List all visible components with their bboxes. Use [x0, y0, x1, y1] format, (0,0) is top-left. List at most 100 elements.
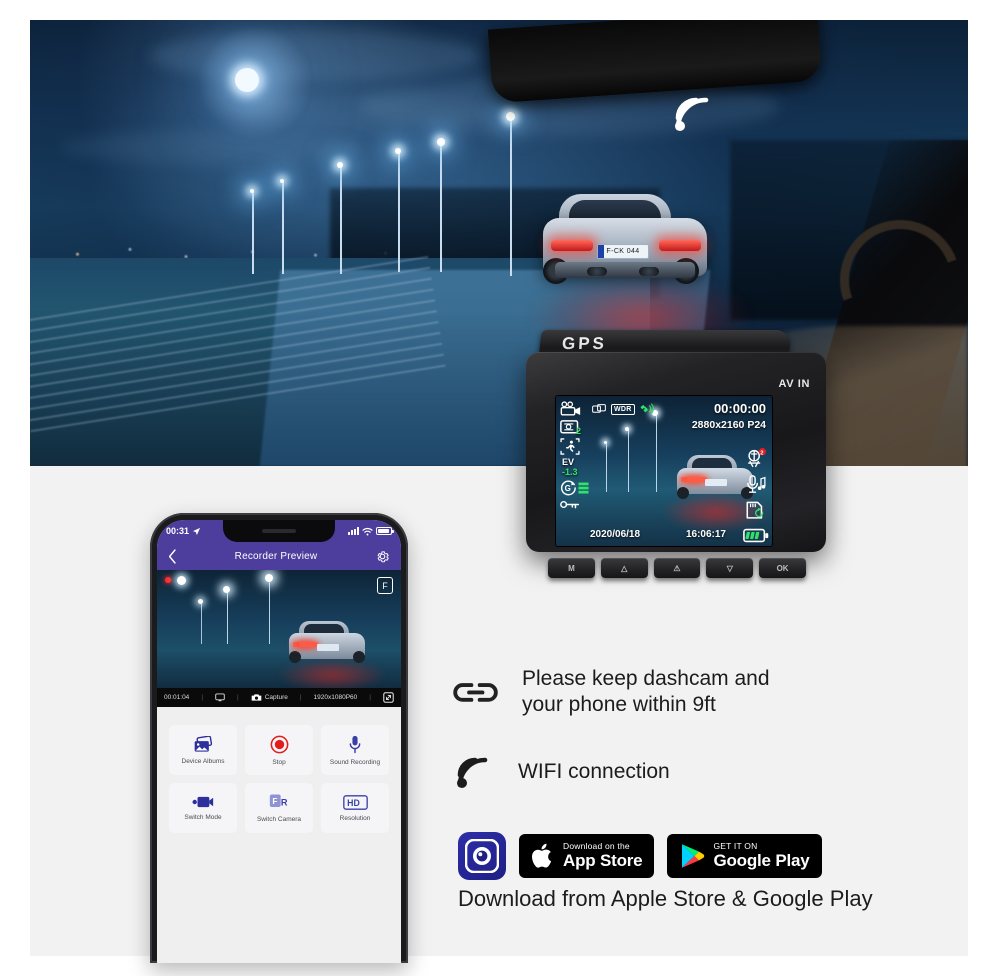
video-resolution: 1920x1080P60 [313, 694, 358, 701]
chevron-left-icon[interactable] [168, 548, 177, 564]
phone-screen: 00:31 Recorder Preview F 00:01:04 | | Ca… [157, 520, 401, 963]
screen-timer: 00:00:00 [713, 401, 766, 416]
function-tiles-grid: Device Albums Stop Sound Recording Switc… [157, 707, 401, 833]
plate-text: F-CK 044 [606, 248, 640, 255]
app-header-bar: Recorder Preview [157, 542, 401, 570]
app-store-badge[interactable]: Download on the App Store [519, 834, 655, 878]
recording-dot [165, 577, 171, 583]
page-root: F-CK 044 00:31 Recorder Preview F 00:01:… [0, 0, 1000, 976]
dashcam-device: GPS AV IN WDR 2 EV -1.3 G 2 00:00:00 288… [518, 330, 848, 622]
emergency-button[interactable]: ⚠ [653, 558, 701, 578]
capture-button[interactable]: Capture [251, 693, 288, 702]
wifi-signal-icon [457, 757, 488, 788]
tile-switch-camera[interactable]: F R Switch Camera [245, 783, 313, 833]
screen-mirror-icon [592, 403, 606, 413]
menu-button[interactable]: M [548, 558, 595, 578]
loop-value: 2 [576, 426, 582, 436]
screen-lamp [656, 414, 657, 492]
feature-line-1: Please keep dashcam and [522, 667, 770, 690]
download-badges: Download on the App Store GET IT ON Goog… [458, 832, 822, 880]
apple-logo-icon [532, 843, 552, 868]
loop-recording-icon: 2 [560, 419, 589, 436]
tile-label: Stop [272, 758, 286, 766]
preview-lamp [201, 602, 202, 644]
wdr-icon: WDR [611, 403, 635, 415]
car-exhaust [587, 267, 607, 276]
app-title: Recorder Preview [234, 550, 318, 562]
fullscreen-icon[interactable] [383, 692, 394, 703]
tile-resolution[interactable]: HD Resolution [321, 783, 389, 833]
cloud [150, 30, 480, 82]
car-wheel [289, 651, 301, 663]
tile-device-albums[interactable]: Device Albums [169, 725, 237, 775]
svg-text:HD: HD [347, 798, 360, 808]
cloud [60, 130, 360, 164]
street-lamp [440, 142, 442, 272]
tile-label: Device Albums [181, 757, 225, 765]
av-in-label: AV IN [778, 378, 810, 390]
car-taillight [299, 642, 318, 647]
live-preview[interactable]: F [157, 570, 401, 688]
svg-text:2: 2 [760, 450, 763, 456]
feature-text-distance: Please keep dashcam and your phone withi… [522, 666, 770, 717]
preview-lamp [227, 590, 228, 644]
front-camera-badge[interactable]: F [377, 577, 393, 594]
car-taillight [551, 240, 593, 251]
car-plate [705, 479, 727, 486]
osd-top-icons: WDR [592, 402, 655, 416]
toolbar-separator: | [201, 694, 204, 701]
camera-icon [251, 694, 262, 701]
video-toolbar: 00:01:04 | | Capture | 1920x1080P60 | [157, 688, 401, 707]
tile-label: Resolution [339, 814, 371, 822]
street-lamp [282, 182, 284, 274]
ok-button[interactable]: OK [759, 558, 806, 578]
tile-sound-recording[interactable]: Sound Recording [321, 725, 389, 775]
screen-icon[interactable] [215, 693, 225, 702]
google-play-badge[interactable]: GET IT ON Google Play [667, 834, 822, 878]
google-badge-large: Google Play [713, 850, 810, 870]
screen-lamp-glow [625, 427, 629, 431]
ev-label: EV [562, 457, 575, 467]
record-stop-icon [270, 735, 288, 753]
toolbar-separator: | [237, 694, 239, 701]
street-lamp [398, 152, 400, 272]
cellular-bars-icon [348, 527, 359, 535]
preview-lamp-glow [198, 599, 203, 604]
gear-icon[interactable] [375, 549, 390, 564]
svg-text:F: F [272, 796, 277, 806]
svg-text:G: G [565, 484, 571, 493]
up-button[interactable]: △ [600, 558, 648, 578]
front-rear-icon: F R [269, 794, 288, 808]
microphone-icon [349, 735, 361, 753]
screen-lamp [628, 430, 629, 492]
osd-right-icons: 2 [743, 448, 769, 543]
capture-label: Capture [264, 694, 288, 701]
down-button[interactable]: ▽ [706, 558, 754, 578]
preview-moon [177, 576, 186, 585]
g-sensor-icon: G [560, 480, 589, 496]
tile-stop[interactable]: Stop [245, 725, 313, 775]
tile-switch-mode[interactable]: Switch Mode [169, 783, 237, 833]
feature-line-2: your phone within 9ft [522, 692, 716, 716]
video-camera-icon [560, 401, 581, 416]
dashcam-body: AV IN WDR 2 EV -1.3 G 2 00:00:00 2880x21… [526, 352, 826, 552]
wifi-icon [362, 527, 373, 535]
ev-value: -1.3 [562, 467, 578, 477]
feature-wifi: WIFI connection [452, 752, 670, 792]
status-time: 00:31 [166, 526, 190, 536]
photos-stack-icon [194, 735, 213, 752]
google-play-icon [682, 844, 705, 868]
download-caption: Download from Apple Store & Google Play [458, 886, 873, 911]
phone-mockup: 00:31 Recorder Preview F 00:01:04 | | Ca… [150, 513, 408, 963]
plate-eu-band [598, 245, 604, 258]
earpiece-speaker [262, 529, 296, 533]
feature-text-wifi: WIFI connection [518, 760, 670, 783]
exposure-value-icon: EV -1.3 [562, 458, 589, 477]
car-taillight [687, 477, 707, 482]
lamp-glow [280, 179, 284, 183]
street-lamp [510, 116, 512, 276]
car-license-plate: F-CK 044 [597, 244, 649, 259]
car-wheel [353, 651, 365, 663]
lamp-glow [437, 138, 445, 146]
toolbar-separator: | [299, 694, 302, 701]
